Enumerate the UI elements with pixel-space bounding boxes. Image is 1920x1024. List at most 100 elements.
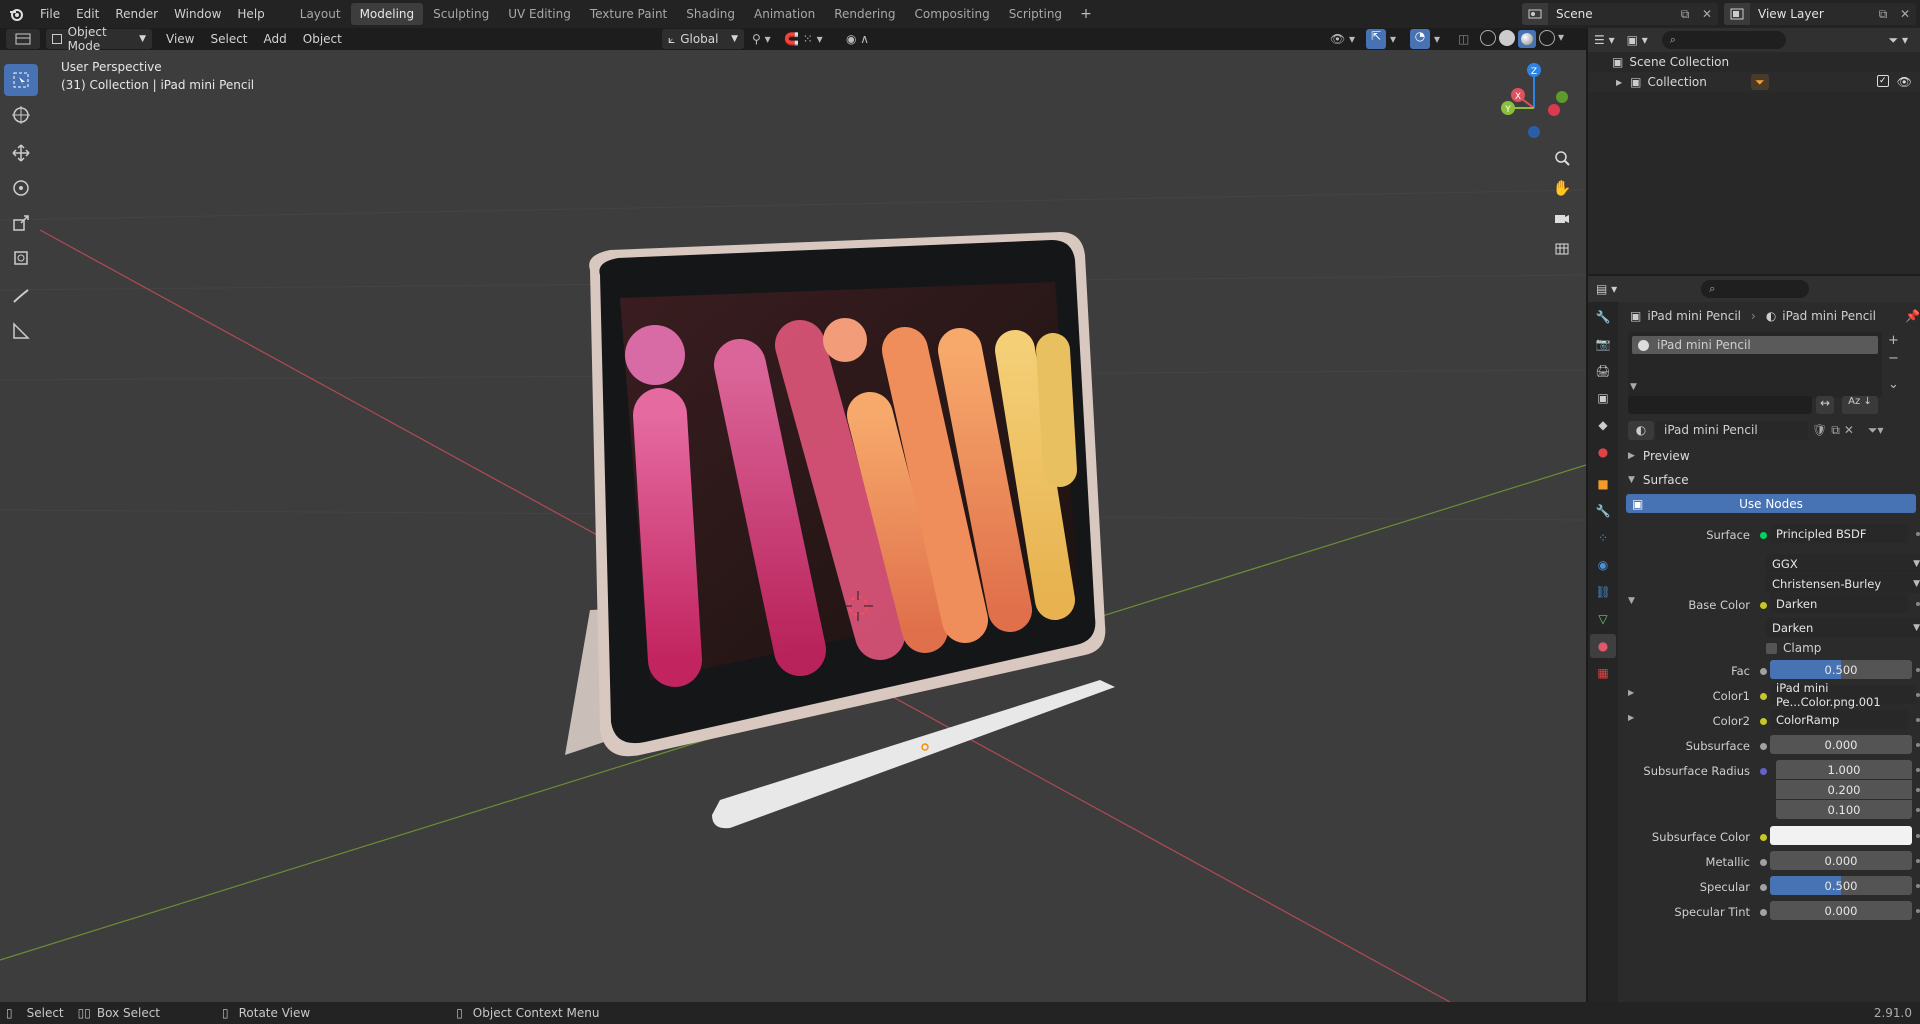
tab-shading[interactable]: Shading <box>677 3 744 25</box>
physics-tab-icon[interactable]: ◉ <box>1590 553 1616 577</box>
gizmo-toggle-icon[interactable]: ⇱ <box>1366 29 1386 49</box>
3d-viewport[interactable]: Z X Y User Perspective (31) Collection |… <box>0 50 1586 1002</box>
keyframe-dot-icon[interactable] <box>1916 808 1920 812</box>
object-filter-icon[interactable]: ⏷ <box>1750 74 1769 90</box>
orthographic-toggle-icon[interactable] <box>1550 236 1574 260</box>
color2-link-field[interactable]: ColorRamp <box>1770 710 1908 729</box>
tab-sculpting[interactable]: Sculpting <box>424 3 498 25</box>
slot-sort-icon[interactable]: ↔ <box>1816 396 1834 414</box>
outliner-editor-icon[interactable]: ☰ ▾ <box>1594 33 1615 47</box>
add-slot-button[interactable]: + <box>1888 332 1899 350</box>
panel-preview-header[interactable]: ▶ Preview <box>1628 446 1690 466</box>
annotate-tool-icon[interactable] <box>4 280 38 312</box>
menu-help[interactable]: Help <box>229 3 272 25</box>
tab-rendering[interactable]: Rendering <box>825 3 904 25</box>
zoom-icon[interactable] <box>1550 146 1574 170</box>
shading-dropdown-icon[interactable]: ▾ <box>1558 30 1564 48</box>
duplicate-material-icon[interactable]: ⧉ <box>1831 423 1840 438</box>
slot-filter-input[interactable] <box>1628 396 1812 414</box>
overlay-toggle-icon[interactable]: ◔ <box>1410 29 1430 49</box>
metallic-field[interactable]: 0.000 <box>1770 851 1912 870</box>
menu-add[interactable]: Add <box>256 32 295 46</box>
remove-slot-button[interactable]: − <box>1888 350 1899 368</box>
properties-editor-icon[interactable]: ▤ ▾ <box>1596 282 1617 296</box>
menu-render[interactable]: Render <box>107 3 166 25</box>
select-box-tool-icon[interactable] <box>4 64 38 96</box>
keyframe-dot-icon[interactable] <box>1916 909 1920 913</box>
subsurface-radius-x-field[interactable]: 1.000 <box>1776 760 1912 779</box>
material-preview-shading-icon[interactable] <box>1518 30 1536 48</box>
keyframe-dot-icon[interactable] <box>1916 668 1920 672</box>
scene-name[interactable]: Scene <box>1548 7 1674 21</box>
measure-tool-icon[interactable] <box>4 315 38 347</box>
rotate-tool-icon[interactable] <box>4 172 38 204</box>
delete-view-layer-icon[interactable]: ✕ <box>1894 7 1916 21</box>
output-tab-icon[interactable]: 🖨 <box>1590 359 1616 383</box>
material-tab-icon[interactable]: ● <box>1590 634 1616 658</box>
transform-tool-icon[interactable] <box>4 242 38 274</box>
panel-surface-header[interactable]: ▼ Surface <box>1628 470 1689 490</box>
use-nodes-button[interactable]: ▣ Use Nodes <box>1626 494 1916 513</box>
delete-scene-icon[interactable]: ✕ <box>1696 7 1718 21</box>
tab-modeling[interactable]: Modeling <box>350 3 424 25</box>
keyframe-dot-icon[interactable] <box>1916 859 1920 863</box>
distribution-dropdown[interactable]: GGX ▼ <box>1766 554 1920 573</box>
mode-dropdown[interactable]: Object Mode ▼ <box>46 25 152 53</box>
menu-file[interactable]: File <box>32 3 68 25</box>
material-name-field[interactable]: iPad mini Pencil <box>1656 420 1808 440</box>
tab-uv-editing[interactable]: UV Editing <box>499 3 580 25</box>
keyframe-dot-icon[interactable] <box>1916 718 1920 722</box>
pivot-point-icon[interactable]: ⚲ ▾ <box>752 32 771 46</box>
pan-hand-icon[interactable]: ✋ <box>1550 176 1574 200</box>
fake-user-icon[interactable]: 🛡 <box>1812 423 1827 437</box>
xray-icon[interactable]: ◫ <box>1458 32 1469 46</box>
modifier-tab-icon[interactable]: 🔧 <box>1590 499 1616 523</box>
new-view-layer-icon[interactable]: ⧉ <box>1872 7 1894 22</box>
scale-tool-icon[interactable] <box>4 207 38 239</box>
specular-tint-field[interactable]: 0.000 <box>1770 901 1912 920</box>
scene-tab-icon[interactable]: ◆ <box>1590 413 1616 437</box>
orientation-dropdown[interactable]: ⟀ Global ▼ <box>662 29 744 49</box>
blend-mode-dropdown[interactable]: Darken ▼ <box>1766 618 1920 637</box>
menu-edit[interactable]: Edit <box>68 3 107 25</box>
texture-tab-icon[interactable]: ▦ <box>1590 661 1616 685</box>
exclude-checkbox[interactable]: ✓ <box>1876 75 1889 87</box>
subsurface-method-dropdown[interactable]: Christensen-Burley ▼ <box>1766 574 1920 593</box>
browse-material-icon[interactable]: ◐ <box>1628 420 1654 440</box>
visibility-icon[interactable]: 👁 ▾ <box>1330 32 1355 46</box>
subsurface-radius-z-field[interactable]: 0.100 <box>1776 800 1912 819</box>
keyframe-dot-icon[interactable] <box>1916 602 1920 606</box>
expand-arrow-icon[interactable]: ▶ <box>1616 78 1622 87</box>
list-expand-icon[interactable]: ▼ <box>1630 382 1637 392</box>
add-workspace-button[interactable]: + <box>1072 6 1100 22</box>
wireframe-shading-icon[interactable] <box>1480 30 1496 46</box>
overlay-dropdown-icon[interactable]: ▾ <box>1434 32 1440 46</box>
solid-shading-icon[interactable] <box>1499 30 1515 46</box>
tool-tab-icon[interactable]: 🔧 <box>1590 305 1616 329</box>
pin-icon[interactable]: 📌 <box>1905 309 1920 323</box>
keyframe-dot-icon[interactable] <box>1916 884 1920 888</box>
object-data-tab-icon[interactable]: ▽ <box>1590 607 1616 631</box>
particles-tab-icon[interactable]: ⁘ <box>1590 526 1616 550</box>
camera-view-icon[interactable] <box>1550 206 1574 230</box>
menu-select[interactable]: Select <box>202 32 255 46</box>
object-tab-icon[interactable]: ■ <box>1590 472 1616 496</box>
tab-scripting[interactable]: Scripting <box>1000 3 1071 25</box>
display-mode-icon[interactable]: ▣ ▾ <box>1627 33 1648 47</box>
keyframe-dot-icon[interactable] <box>1916 743 1920 747</box>
render-tab-icon[interactable]: 📷 <box>1590 332 1616 356</box>
keyframe-dot-icon[interactable] <box>1916 532 1920 536</box>
subsurface-field[interactable]: 0.000 <box>1770 735 1912 754</box>
properties-search-input[interactable]: ⌕ <box>1701 280 1810 298</box>
surface-shader-field[interactable]: Principled BSDF <box>1770 524 1908 543</box>
eye-icon[interactable]: 👁 <box>1897 75 1912 89</box>
world-tab-icon[interactable]: ● <box>1590 440 1616 464</box>
material-filter-icon[interactable]: ⏷▾ <box>1868 423 1884 438</box>
gizmo-dropdown-icon[interactable]: ▾ <box>1390 32 1396 46</box>
filter-icon[interactable]: ⏷ ▾ <box>1889 33 1908 48</box>
menu-view[interactable]: View <box>158 32 202 46</box>
keyframe-dot-icon[interactable] <box>1916 788 1920 792</box>
base-color-link-field[interactable]: Darken <box>1770 594 1908 613</box>
outliner-row-collection[interactable]: ▶ ▣ Collection ⏷ ✓ 👁 <box>1588 72 1920 92</box>
outliner-row-scene-collection[interactable]: ▣ Scene Collection <box>1588 52 1920 72</box>
